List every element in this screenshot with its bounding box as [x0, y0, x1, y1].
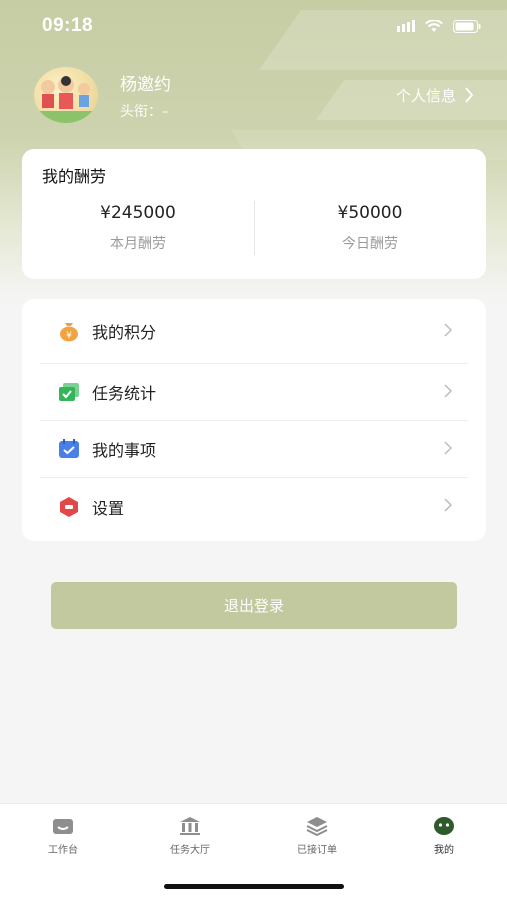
- battery-icon: [453, 19, 481, 33]
- today-salary-label: 今日酬劳: [342, 236, 398, 252]
- chevron-right-icon: [444, 496, 453, 517]
- status-icons: [397, 19, 481, 33]
- svg-text:¥: ¥: [66, 331, 72, 341]
- user-name: 杨邀约: [120, 74, 171, 95]
- avatar[interactable]: [34, 67, 98, 123]
- today-salary-amount: ¥50000: [337, 203, 403, 223]
- tab-label: 已接订单: [297, 845, 337, 856]
- tab-mine[interactable]: 我的: [389, 816, 499, 856]
- chevron-right-icon: [444, 382, 453, 403]
- tab-label: 任务大厅: [170, 845, 210, 856]
- menu-item-label: 设置: [92, 498, 125, 518]
- month-salary-label: 本月酬劳: [110, 236, 166, 252]
- today-salary[interactable]: ¥50000 今日酬劳: [254, 203, 486, 253]
- menu-item-statistics[interactable]: 任务统计: [40, 364, 468, 421]
- tab-task-hall[interactable]: 任务大厅: [135, 816, 245, 856]
- tab-workbench[interactable]: 工作台: [8, 816, 118, 856]
- menu-item-label: 我的积分: [92, 323, 157, 342]
- status-time: 09:18: [42, 15, 94, 36]
- layers-icon: [306, 817, 328, 836]
- money-bag-icon: ¥: [58, 320, 80, 342]
- personal-info-label: 个人信息: [395, 86, 456, 105]
- statistics-icon: [58, 381, 80, 403]
- home-indicator: [164, 884, 344, 889]
- calendar-check-icon: [58, 438, 80, 460]
- hall-icon: [180, 817, 200, 835]
- chevron-right-icon: [444, 321, 453, 342]
- chevron-right-icon: [465, 87, 474, 103]
- chevron-right-icon: [444, 439, 453, 460]
- month-salary-amount: ¥245000: [100, 203, 176, 223]
- personal-info-link[interactable]: 个人信息: [396, 85, 474, 106]
- wifi-icon: [425, 19, 443, 32]
- tab-accepted-orders[interactable]: 已接订单: [262, 816, 372, 856]
- profile-header: 杨邀约 头衔：– 个人信息: [34, 66, 474, 124]
- settings-hexagon-icon: [58, 496, 80, 518]
- menu-item-points[interactable]: ¥ 我的积分: [40, 299, 468, 364]
- menu-item-label: 任务统计: [92, 384, 157, 403]
- status-bar: 09:18: [0, 0, 507, 52]
- user-title: 头衔：–: [120, 103, 169, 120]
- salary-title: 我的酬劳: [42, 167, 107, 186]
- salary-card: 我的酬劳 ¥245000 本月酬劳 ¥50000 今日酬劳: [22, 149, 486, 279]
- profile-face-icon: [434, 817, 454, 835]
- tab-label: 工作台: [48, 845, 78, 856]
- menu-item-label: 我的事项: [92, 441, 157, 460]
- signal-icon: [397, 20, 415, 32]
- logout-button[interactable]: 退出登录: [51, 582, 457, 629]
- workbench-icon: [53, 819, 73, 834]
- menu-item-settings[interactable]: 设置: [40, 478, 468, 535]
- menu-card: ¥ 我的积分 任务统计 我的事项 设置: [22, 299, 486, 541]
- month-salary[interactable]: ¥245000 本月酬劳: [22, 203, 254, 253]
- menu-item-matters[interactable]: 我的事项: [40, 421, 468, 478]
- tab-label: 我的: [434, 845, 454, 856]
